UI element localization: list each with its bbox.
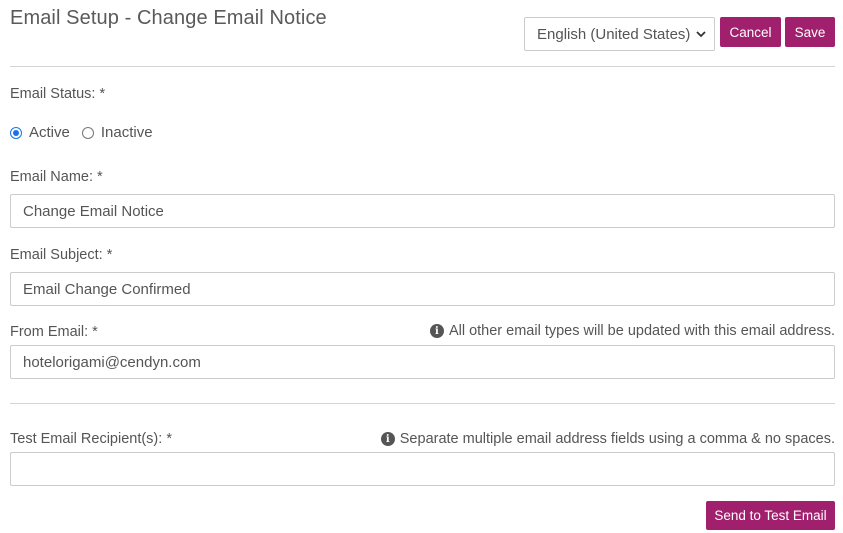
email-status-radio-group: Active Inactive (10, 124, 165, 141)
chevron-down-icon (696, 31, 706, 38)
test-recipients-input[interactable] (10, 452, 835, 486)
radio-inactive-label[interactable]: Inactive (101, 124, 153, 141)
email-subject-input[interactable]: Email Change Confirmed (10, 272, 835, 306)
from-email-hint: i All other email types will be updated … (429, 323, 835, 339)
section-divider (10, 403, 835, 404)
language-select-value: English (United States) (537, 25, 691, 43)
test-recipients-hint-text: Separate multiple email address fields u… (399, 431, 835, 447)
test-recipients-label: Test Email Recipient(s): * (10, 431, 172, 447)
save-button[interactable]: Save (785, 17, 835, 47)
radio-active[interactable] (10, 126, 22, 139)
radio-active-label[interactable]: Active (29, 124, 70, 141)
radio-inactive[interactable] (81, 126, 94, 139)
cancel-button[interactable]: Cancel (720, 17, 781, 47)
from-email-hint-text: All other email types will be updated wi… (448, 323, 835, 339)
header-divider (10, 66, 835, 67)
language-select[interactable]: English (United States) (524, 17, 715, 51)
email-name-label: Email Name: * (10, 169, 103, 185)
info-icon: i (380, 432, 395, 446)
email-name-input[interactable]: Change Email Notice (10, 194, 835, 228)
page-title: Email Setup - Change Email Notice (10, 7, 327, 29)
from-email-input[interactable]: hotelorigami@cendyn.com (10, 345, 835, 379)
email-subject-label: Email Subject: * (10, 247, 113, 263)
email-status-label: Email Status: * (10, 86, 106, 102)
from-email-label: From Email: * (10, 324, 98, 340)
send-test-email-button[interactable]: Send to Test Email (706, 501, 835, 530)
info-icon: i (429, 324, 444, 338)
test-recipients-hint: i Separate multiple email address fields… (380, 431, 835, 447)
